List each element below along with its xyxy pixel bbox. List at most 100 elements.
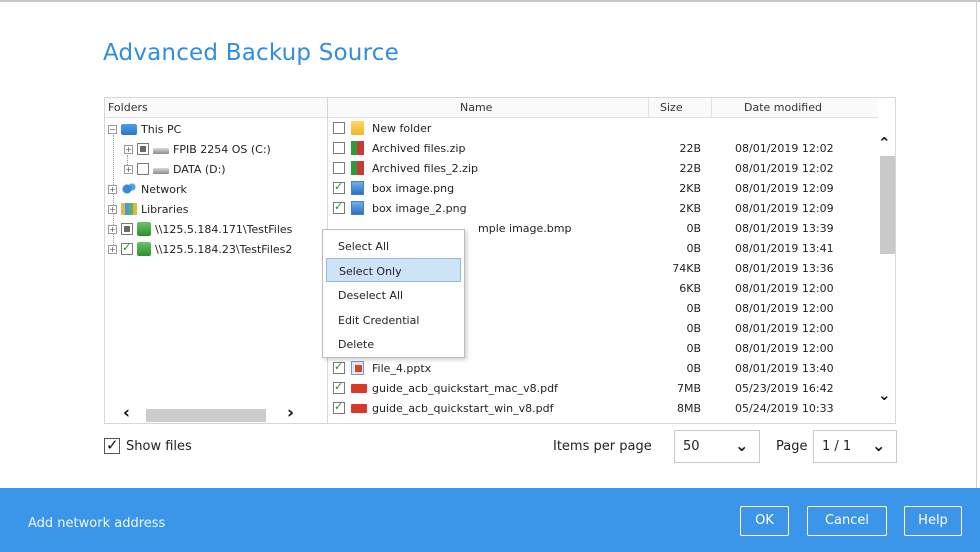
folder-icon <box>351 121 364 135</box>
tree-node-network[interactable]: + Network <box>108 179 187 199</box>
expand-icon[interactable]: + <box>108 184 117 194</box>
tree-checkbox[interactable] <box>137 143 149 155</box>
chevron-down-icon: ⌄ <box>872 436 886 455</box>
date-column-header[interactable]: Date modified <box>744 101 822 114</box>
file-checkbox[interactable] <box>333 200 345 214</box>
file-date: 05/23/2019 16:42 <box>735 382 834 395</box>
ok-button[interactable]: OK <box>740 506 789 536</box>
column-divider[interactable] <box>711 98 712 118</box>
file-row[interactable]: box image.png 2KB 08/01/2019 12:09 <box>328 179 878 199</box>
file-size: 7MB <box>676 382 701 395</box>
menu-item-delete[interactable]: Delete <box>323 332 464 356</box>
expand-icon[interactable]: + <box>108 204 117 214</box>
file-list-header: Name Size Date modified <box>328 98 878 118</box>
tree-node-this-pc[interactable]: − This PC <box>108 119 181 139</box>
chevron-down-icon: ⌄ <box>735 436 749 455</box>
page-select[interactable]: 1 / 1 ⌄ <box>813 430 897 463</box>
expand-icon[interactable]: + <box>124 144 133 154</box>
file-size: 22B <box>679 142 701 155</box>
file-size: 0B <box>686 222 701 235</box>
file-date: 08/01/2019 12:00 <box>735 282 834 295</box>
show-files-checkbox[interactable]: Show files <box>104 436 192 454</box>
right-divider <box>976 0 977 488</box>
file-size: 6KB <box>679 282 701 295</box>
file-name: guide_acb_quickstart_win_v8.pdf <box>372 402 554 415</box>
folder-tree-pane: Folders − This PC + FPIB 2254 OS (C:) + … <box>104 97 328 424</box>
items-per-page-label: Items per page <box>553 439 652 454</box>
context-menu: Select All Select Only Deselect All Edit… <box>322 229 465 358</box>
tree-node-label: This PC <box>141 122 182 136</box>
file-checkbox[interactable] <box>333 142 345 154</box>
tree-node-libraries[interactable]: + Libraries <box>108 199 189 219</box>
network-share-icon <box>137 222 151 236</box>
page-label: Page <box>776 439 808 454</box>
scroll-left-icon[interactable]: ‹ <box>123 403 130 423</box>
checkbox-checked-icon[interactable] <box>104 436 120 454</box>
file-date: 08/01/2019 12:02 <box>735 162 834 175</box>
tree-checkbox[interactable] <box>121 223 133 235</box>
file-checkbox[interactable] <box>333 360 345 374</box>
file-name: New folder <box>372 122 432 135</box>
file-checkbox[interactable] <box>333 380 345 394</box>
file-checkbox[interactable] <box>333 180 345 194</box>
expand-icon[interactable]: + <box>124 164 133 174</box>
file-list-vertical-scrollbar[interactable]: ⌃ ⌄ <box>877 118 895 423</box>
file-name: mple image.bmp <box>478 222 572 235</box>
column-divider[interactable] <box>648 98 649 118</box>
tree-checkbox[interactable] <box>137 163 149 175</box>
tree-node-drive-d[interactable]: + DATA (D:) <box>124 159 226 179</box>
file-checkbox[interactable] <box>333 162 345 174</box>
scroll-down-icon[interactable]: ⌄ <box>878 386 891 404</box>
menu-item-edit-credential[interactable]: Edit Credential <box>323 308 464 332</box>
scrollbar-thumb[interactable] <box>880 156 895 254</box>
tree-checkbox[interactable] <box>121 241 133 255</box>
pc-icon <box>121 123 137 135</box>
file-row[interactable]: New folder <box>328 119 878 139</box>
file-checkbox[interactable] <box>333 400 345 414</box>
file-row[interactable]: Archived files.zip 22B 08/01/2019 12:02 <box>328 139 878 159</box>
drive-icon <box>153 148 169 154</box>
file-name: guide_acb_quickstart_mac_v8.pdf <box>372 382 558 395</box>
name-column-header[interactable]: Name <box>460 101 492 114</box>
tree-node-share-171[interactable]: + \\125.5.184.171\TestFiles <box>108 219 292 239</box>
file-checkbox[interactable] <box>333 122 345 134</box>
file-row[interactable]: box image_2.png 2KB 08/01/2019 12:09 <box>328 199 878 219</box>
file-row[interactable]: File_4.pptx 0B 08/01/2019 13:40 <box>328 359 878 379</box>
tree-node-label: \\125.5.184.171\TestFiles <box>155 222 293 236</box>
file-date: 08/01/2019 13:36 <box>735 262 834 275</box>
image-file-icon <box>351 181 364 195</box>
file-size: 0B <box>686 362 701 375</box>
scrollbar-thumb[interactable] <box>146 409 266 422</box>
tree-node-label: \\125.5.184.23\TestFiles2 <box>155 242 293 256</box>
menu-item-select-only[interactable]: Select Only <box>326 258 461 282</box>
items-per-page-select[interactable]: 50 ⌄ <box>674 430 760 463</box>
scroll-up-icon[interactable]: ⌃ <box>878 134 891 152</box>
file-size: 0B <box>686 242 701 255</box>
add-network-address-link[interactable]: Add network address <box>28 516 165 531</box>
help-button[interactable]: Help <box>904 506 962 536</box>
scroll-right-icon[interactable]: › <box>287 403 294 423</box>
zip-file-icon <box>351 161 364 175</box>
expand-icon[interactable]: + <box>108 224 117 234</box>
file-row[interactable]: Archived files_2.zip 22B 08/01/2019 12:0… <box>328 159 878 179</box>
menu-item-deselect-all[interactable]: Deselect All <box>323 283 464 307</box>
file-name: Archived files.zip <box>372 142 466 155</box>
show-files-label: Show files <box>126 438 192 454</box>
size-column-header[interactable]: Size <box>660 101 683 114</box>
tree-node-drive-c[interactable]: + FPIB 2254 OS (C:) <box>124 139 271 159</box>
network-share-icon <box>137 242 151 256</box>
file-size: 8MB <box>676 402 701 415</box>
file-row[interactable]: guide_acb_quickstart_mac_v8.pdf 7MB 05/2… <box>328 379 878 399</box>
file-size: 22B <box>679 162 701 175</box>
collapse-icon[interactable]: − <box>108 124 117 134</box>
tree-node-share-23[interactable]: + \\125.5.184.23\TestFiles2 <box>108 239 292 259</box>
file-size: 2KB <box>679 202 701 215</box>
file-date: 08/01/2019 12:00 <box>735 342 834 355</box>
file-date: 08/01/2019 12:02 <box>735 142 834 155</box>
menu-item-select-all[interactable]: Select All <box>323 234 464 258</box>
cancel-button[interactable]: Cancel <box>807 506 887 536</box>
file-row[interactable]: guide_acb_quickstart_win_v8.pdf 8MB 05/2… <box>328 399 878 419</box>
tree-horizontal-scrollbar[interactable]: ‹ › <box>105 403 327 423</box>
expand-icon[interactable]: + <box>108 244 117 254</box>
page-value: 1 / 1 <box>822 439 852 454</box>
